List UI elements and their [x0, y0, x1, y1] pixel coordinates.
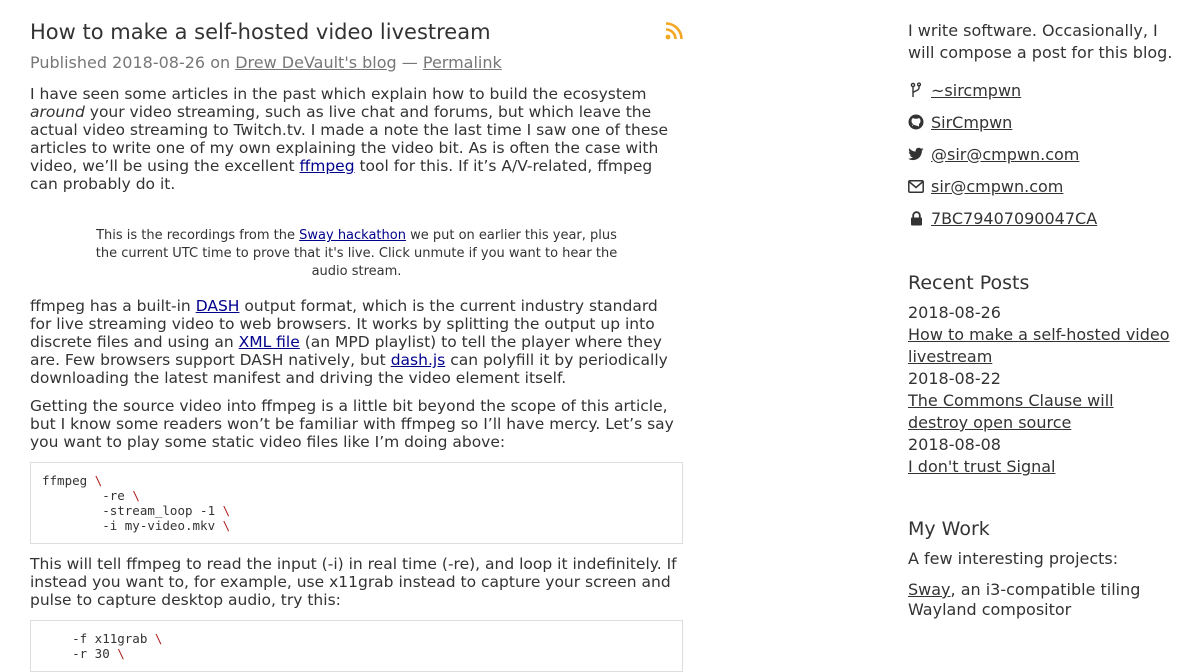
recent-posts-heading: Recent Posts: [908, 272, 1030, 294]
contact-sourcehut: ~sircmpwn: [908, 74, 1178, 106]
meta-separator: —: [401, 53, 418, 72]
post-link[interactable]: The Commons Clause will destroy open sou…: [908, 390, 1178, 434]
contact-email: sir@cmpwn.com: [908, 170, 1178, 202]
email-link[interactable]: sir@cmpwn.com: [931, 177, 1063, 196]
video-caption: This is the recordings from the Sway hac…: [95, 228, 618, 279]
fork-icon: [908, 82, 924, 98]
sidebar: I write software. Occasionally, I will c…: [908, 20, 1178, 620]
published-date: Published 2018-08-26 on: [30, 53, 231, 72]
sourcehut-link[interactable]: ~sircmpwn: [931, 81, 1021, 100]
contact-github: SirCmpwn: [908, 106, 1178, 138]
post-date: 2018-08-26: [908, 303, 1001, 322]
code-block-x11grab: -f x11grab \ -r 30 \: [30, 620, 683, 672]
permalink-link[interactable]: Permalink: [423, 53, 502, 72]
paragraph-source: Getting the source video into ffmpeg is …: [30, 397, 674, 451]
post-link[interactable]: I don't trust Signal: [908, 456, 1178, 478]
contact-pgp: 7BC79407090047CA: [908, 202, 1178, 234]
mail-icon: [908, 178, 924, 194]
work-item: Sway, an i3-compatible tiling Wayland co…: [908, 580, 1141, 619]
about-text: I write software. Occasionally, I will c…: [908, 21, 1173, 62]
rss-icon[interactable]: [665, 22, 683, 40]
dashjs-link[interactable]: dash.js: [391, 351, 446, 369]
post-link[interactable]: How to make a self-hosted video livestre…: [908, 324, 1178, 368]
contact-list: ~sircmpwn SirCmpwn @sir@cmpwn.com sir@cm…: [908, 74, 1178, 234]
pgp-key-link[interactable]: 7BC79407090047CA: [931, 209, 1097, 228]
twitter-icon: [908, 146, 924, 162]
github-icon: [908, 114, 924, 130]
post-date: 2018-08-08: [908, 435, 1001, 454]
lock-icon: [908, 210, 924, 226]
article-meta: Published 2018-08-26 on Drew DeVault's b…: [30, 52, 683, 74]
my-work-heading: My Work: [908, 518, 990, 540]
ffmpeg-link[interactable]: ffmpeg: [300, 157, 355, 175]
sway-project-link[interactable]: Sway: [908, 580, 951, 599]
paragraph-x11grab: This will tell ffmpeg to read the input …: [30, 555, 677, 609]
blog-link[interactable]: Drew DeVault's blog: [235, 53, 396, 72]
paragraph-dash: ffmpeg has a built-in DASH output format…: [30, 297, 668, 387]
dash-link[interactable]: DASH: [196, 297, 240, 315]
twitter-link[interactable]: @sir@cmpwn.com: [931, 145, 1079, 164]
recent-posts-list: 2018-08-26 How to make a self-hosted vid…: [908, 302, 1178, 478]
post-date: 2018-08-22: [908, 369, 1001, 388]
article-title: How to make a self-hosted video livestre…: [30, 20, 491, 44]
code-block-ffmpeg: ffmpeg \ -re \ -stream_loop -1 \ -i my-v…: [30, 462, 683, 544]
contact-twitter: @sir@cmpwn.com: [908, 138, 1178, 170]
article: How to make a self-hosted video livestre…: [30, 18, 683, 672]
work-intro: A few interesting projects:: [908, 549, 1119, 568]
sway-hackathon-link[interactable]: Sway hackathon: [299, 228, 406, 243]
paragraph-intro: I have seen some articles in the past wh…: [30, 85, 668, 193]
github-link[interactable]: SirCmpwn: [931, 113, 1012, 132]
xml-file-link[interactable]: XML file: [239, 333, 300, 351]
